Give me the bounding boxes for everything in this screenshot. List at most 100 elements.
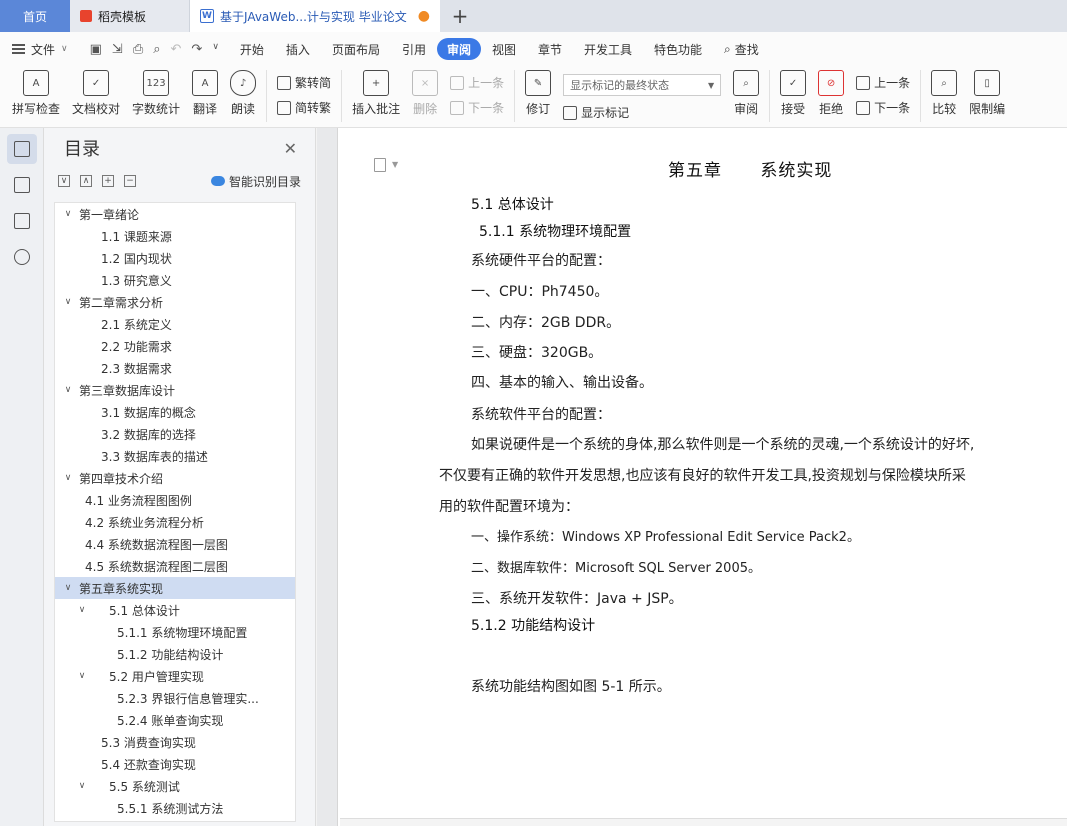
- tab-home[interactable]: 首页: [0, 0, 70, 32]
- chevron-down-icon[interactable]: ∨: [61, 473, 75, 483]
- next-comment-button[interactable]: 下一条: [450, 99, 504, 116]
- tab-docer-templates[interactable]: 稻壳模板: [70, 0, 190, 32]
- toc-item[interactable]: 3.1 数据库的概念: [55, 401, 295, 423]
- collapse-all-icon[interactable]: ∨: [58, 175, 70, 187]
- chevron-down-icon[interactable]: ∨: [75, 781, 89, 791]
- menu-insert[interactable]: 插入: [275, 38, 321, 60]
- toc-item[interactable]: 5.1.1 系统物理环境配置: [55, 621, 295, 643]
- chevron-down-icon[interactable]: ∨: [61, 583, 75, 593]
- toc-item[interactable]: ∨ 5.5 系统测试: [55, 775, 295, 797]
- spellcheck-button[interactable]: A 拼写检查: [12, 70, 60, 117]
- toc-item[interactable]: 3.2 数据库的选择: [55, 423, 295, 445]
- new-tab-button[interactable]: +: [440, 0, 480, 32]
- translate-button[interactable]: A 翻译: [192, 70, 219, 117]
- toc-item[interactable]: 5.2.3 界银行信息管理实...: [55, 687, 295, 709]
- menu-developer[interactable]: 开发工具: [573, 38, 643, 60]
- menu-start[interactable]: 开始: [229, 38, 275, 60]
- redo-icon[interactable]: ↷: [191, 42, 202, 57]
- menu-view[interactable]: 视图: [481, 38, 527, 60]
- toc-item[interactable]: 2.2 功能需求: [55, 335, 295, 357]
- save-icon[interactable]: ▣: [90, 42, 102, 57]
- toc-item[interactable]: 3.3 数据库表的描述: [55, 445, 295, 467]
- restrict-edit-button[interactable]: ▯ 限制编: [969, 70, 1005, 117]
- delete-comment-button[interactable]: × 删除: [412, 70, 439, 117]
- toc-item[interactable]: 4.1 业务流程图图例: [55, 489, 295, 511]
- print-preview-icon[interactable]: ⌕: [153, 42, 160, 57]
- bookmark-rail-button[interactable]: [7, 206, 37, 236]
- next-change-button[interactable]: 下一条: [856, 99, 910, 116]
- undo-icon[interactable]: ↶: [171, 42, 182, 57]
- toc-item[interactable]: 1.3 研究意义: [55, 269, 295, 291]
- add-heading-icon[interactable]: +: [102, 175, 114, 187]
- word-count-button[interactable]: 123 字数统计: [132, 70, 180, 117]
- toc-item[interactable]: 1.2 国内现状: [55, 247, 295, 269]
- prev-change-button[interactable]: 上一条: [856, 74, 910, 91]
- chevron-down-icon[interactable]: ∨: [61, 385, 75, 395]
- doc-paragraph: 系统硬件平台的配置：: [471, 253, 611, 269]
- toc-item-label: 第二章需求分析: [79, 295, 164, 310]
- chevron-down-icon[interactable]: ∨: [75, 671, 89, 681]
- customize-chevron-icon[interactable]: ∨: [212, 42, 219, 57]
- menu-features[interactable]: 特色功能: [643, 38, 713, 60]
- insert-comment-button[interactable]: + 插入批注: [352, 70, 400, 117]
- menu-page-layout[interactable]: 页面布局: [321, 38, 391, 60]
- menu-review[interactable]: 审阅: [436, 38, 481, 60]
- document-area: ▼ 第五章 系统实现 5.1 总体设计 5.1.1 系统物理环境配置 系统硬件平…: [317, 128, 1067, 826]
- toc-title: 目录: [64, 139, 100, 160]
- toc-item[interactable]: 2.3 数据需求: [55, 357, 295, 379]
- doc-proofread-button[interactable]: ✓ 文档校对: [72, 70, 120, 117]
- outline-rail-button[interactable]: [7, 170, 37, 200]
- compare-button[interactable]: ⌕ 比较: [931, 70, 958, 117]
- page-options-icon[interactable]: [374, 158, 386, 172]
- toc-item[interactable]: 4.2 系统业务流程分析: [55, 511, 295, 533]
- compare-label: 比较: [932, 102, 957, 116]
- doc-paragraph: 三、系统开发软件：Java + JSP。: [471, 591, 683, 607]
- toc-item[interactable]: 5.2.4 账单查询实现: [55, 709, 295, 731]
- toc-item[interactable]: 1.1 课题来源: [55, 225, 295, 247]
- menu-section[interactable]: 章节: [527, 38, 573, 60]
- toc-item[interactable]: ∨ 第四章技术介绍: [55, 467, 295, 489]
- smart-toc-button[interactable]: 智能识别目录: [210, 173, 301, 190]
- print-icon[interactable]: ⎙: [133, 42, 143, 57]
- menu-references[interactable]: 引用: [391, 38, 437, 60]
- toc-item[interactable]: 5.4 还款查询实现: [55, 753, 295, 775]
- document-page[interactable]: ▼ 第五章 系统实现 5.1 总体设计 5.1.1 系统物理环境配置 系统硬件平…: [337, 128, 1067, 826]
- track-changes-button[interactable]: ✎ 修订: [525, 70, 552, 117]
- show-markup-button[interactable]: 显示标记: [563, 104, 721, 121]
- toc-rail-button[interactable]: [7, 134, 37, 164]
- toc-item[interactable]: ∨ 第三章数据库设计: [55, 379, 295, 401]
- toc-item[interactable]: 2.1 系统定义: [55, 313, 295, 335]
- ribbon-separator: [266, 70, 268, 122]
- horizontal-scrollbar[interactable]: [340, 818, 1067, 826]
- export-icon[interactable]: ⇲: [112, 42, 123, 57]
- find-rail-button[interactable]: [7, 242, 37, 272]
- review-pane-button[interactable]: ⌕ 审阅: [733, 70, 760, 117]
- toc-item[interactable]: ∨ 第二章需求分析: [55, 291, 295, 313]
- simp-to-trad-button[interactable]: 简转繁: [277, 99, 331, 116]
- file-menu-button[interactable]: 文件 ∨: [0, 41, 80, 58]
- reject-button[interactable]: ⊘ 拒绝: [818, 70, 845, 117]
- chevron-down-icon[interactable]: ∨: [61, 209, 75, 219]
- toc-item[interactable]: ∨ 第一章绪论: [55, 203, 295, 225]
- tab-document[interactable]: W 基于JAvaWeb...计与实现 毕业论文 ●: [190, 0, 440, 32]
- accept-button[interactable]: ✓ 接受: [780, 70, 807, 117]
- toc-item[interactable]: 4.4 系统数据流程图一层图: [55, 533, 295, 555]
- toc-item[interactable]: 5.3 消费查询实现: [55, 731, 295, 753]
- toc-item[interactable]: ∨ 第五章系统实现: [55, 577, 295, 599]
- toc-item[interactable]: ∨ 5.2 用户管理实现: [55, 665, 295, 687]
- toc-item[interactable]: 5.5.1 系统测试方法: [55, 797, 295, 819]
- toc-item-label: 2.2 功能需求: [101, 339, 172, 354]
- close-icon[interactable]: ✕: [284, 139, 297, 158]
- menu-search[interactable]: ⌕ 查找: [713, 38, 770, 60]
- chevron-down-icon[interactable]: ∨: [75, 605, 89, 615]
- remove-heading-icon[interactable]: −: [124, 175, 136, 187]
- read-aloud-button[interactable]: ♪ 朗读: [230, 70, 257, 117]
- expand-all-icon[interactable]: ∧: [80, 175, 92, 187]
- toc-item[interactable]: 5.1.2 功能结构设计: [55, 643, 295, 665]
- markup-state-select[interactable]: 显示标记的最终状态 ▼: [563, 74, 722, 96]
- prev-comment-button[interactable]: 上一条: [450, 74, 504, 91]
- toc-item[interactable]: ∨ 5.1 总体设计: [55, 599, 295, 621]
- chevron-down-icon[interactable]: ∨: [61, 297, 75, 307]
- trad-to-simp-button[interactable]: 繁转简: [277, 74, 331, 91]
- toc-item[interactable]: 4.5 系统数据流程图二层图: [55, 555, 295, 577]
